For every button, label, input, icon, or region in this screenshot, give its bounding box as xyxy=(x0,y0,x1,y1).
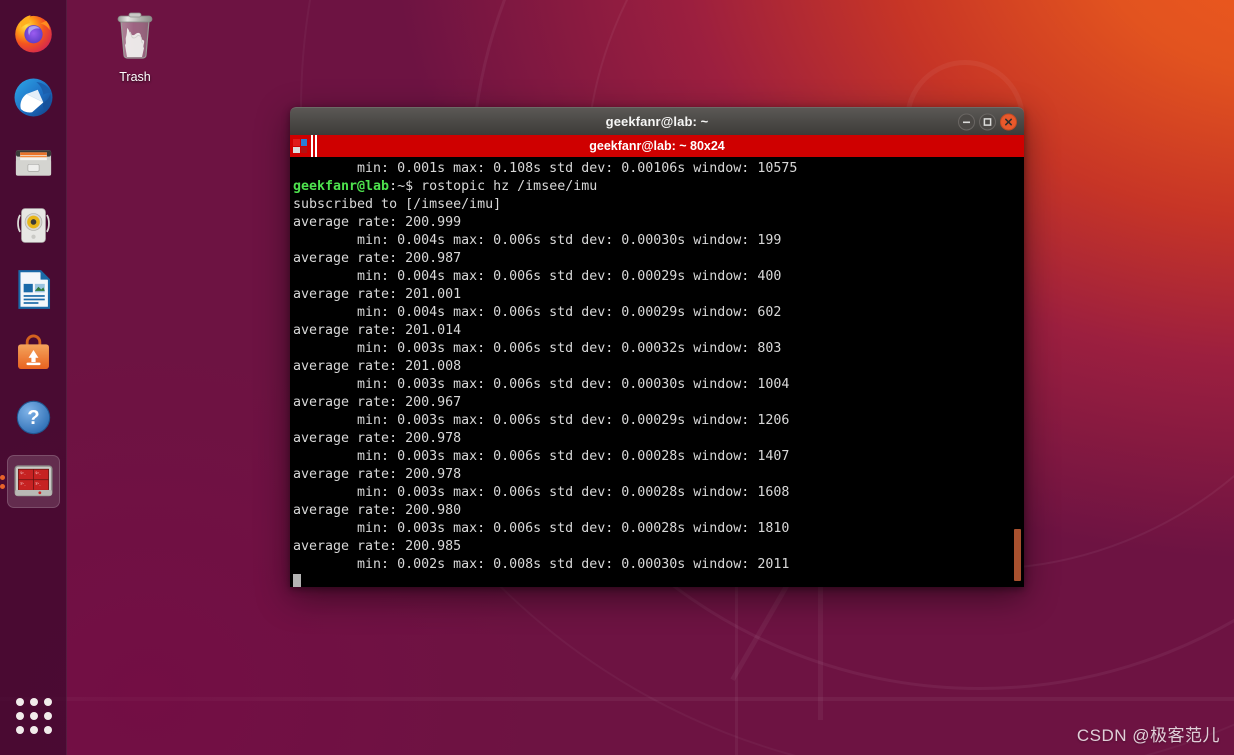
terminal-line: geekfanr@lab:~$ rostopic hz /imsee/imu xyxy=(293,178,1024,196)
svg-text:$>_: $>_ xyxy=(35,481,41,485)
dock-item-files[interactable] xyxy=(7,135,60,188)
dock-item-terminator[interactable]: $>_ $>_ $>_ $>_ xyxy=(0,455,60,508)
window-titlebar[interactable]: geekfanr@lab: ~ xyxy=(290,107,1024,135)
terminal-tab-label: geekfanr@lab: ~ 80x24 xyxy=(589,139,725,153)
firefox-icon xyxy=(14,15,52,53)
wallpaper-line xyxy=(0,697,1234,701)
maximize-icon xyxy=(983,117,992,126)
open-window-indicator xyxy=(0,474,5,489)
tab-separator xyxy=(315,135,317,157)
minimize-icon xyxy=(963,121,970,123)
files-icon xyxy=(15,150,51,176)
terminator-tab-icon[interactable] xyxy=(293,139,307,153)
rhythmbox-icon xyxy=(16,208,50,243)
window-controls xyxy=(958,113,1017,130)
terminal-line: average rate: 200.985 xyxy=(293,539,462,554)
terminal-line: min: 0.003s max: 0.006s std dev: 0.00028… xyxy=(293,521,790,536)
terminal-line: min: 0.004s max: 0.006s std dev: 0.00029… xyxy=(293,305,782,320)
terminal-line: average rate: 200.999 xyxy=(293,215,462,230)
svg-text:$>_: $>_ xyxy=(35,471,41,475)
show-applications-button[interactable] xyxy=(0,689,67,743)
terminator-tab-bar[interactable]: geekfanr@lab: ~ 80x24 xyxy=(290,135,1024,157)
dock-item-rhythmbox[interactable] xyxy=(7,199,60,252)
trash-icon xyxy=(117,12,153,59)
terminal-line: min: 0.002s max: 0.008s std dev: 0.00030… xyxy=(293,557,790,572)
terminal-prompt-user: geekfanr@lab xyxy=(293,179,390,194)
dock-item-ubuntu-software[interactable] xyxy=(7,327,60,380)
desktop-icon-trash[interactable]: Trash xyxy=(98,8,172,84)
terminal-line: min: 0.003s max: 0.006s std dev: 0.00032… xyxy=(293,341,782,356)
terminal-text: min: 0.001s max: 0.108s std dev: 0.00106… xyxy=(292,160,1024,587)
terminal-line: min: 0.003s max: 0.006s std dev: 0.00029… xyxy=(293,413,790,428)
terminal-command: rostopic hz /imsee/imu xyxy=(421,179,598,194)
dock-item-libreoffice-writer[interactable] xyxy=(7,263,60,316)
dock: ? $>_ $>_ $>_ $>_ xyxy=(0,0,67,755)
libreoffice-writer-icon xyxy=(17,270,50,309)
terminator-icon: $>_ $>_ $>_ $>_ xyxy=(14,465,52,497)
minimize-button[interactable] xyxy=(958,113,975,130)
terminal-line: min: 0.001s max: 0.108s std dev: 0.00106… xyxy=(293,161,798,176)
terminal-line: min: 0.003s max: 0.006s std dev: 0.00030… xyxy=(293,377,790,392)
terminal-line: min: 0.004s max: 0.006s std dev: 0.00029… xyxy=(293,269,782,284)
terminal-line: min: 0.004s max: 0.006s std dev: 0.00030… xyxy=(293,233,782,248)
maximize-button[interactable] xyxy=(979,113,996,130)
svg-text:?: ? xyxy=(27,407,39,429)
trash-label: Trash xyxy=(119,70,151,84)
help-icon: ? xyxy=(16,400,50,435)
terminal-line: average rate: 201.001 xyxy=(293,287,462,302)
terminal-line: average rate: 201.014 xyxy=(293,323,462,338)
tab-separator xyxy=(311,135,313,157)
dock-item-thunderbird[interactable] xyxy=(7,71,60,124)
window-title: geekfanr@lab: ~ xyxy=(605,114,709,129)
terminal-line: min: 0.003s max: 0.006s std dev: 0.00028… xyxy=(293,485,790,500)
terminal-window: geekfanr@lab: ~ geekfanr@lab: ~ 80x24 mi… xyxy=(290,107,1024,587)
terminal-output-area[interactable]: min: 0.001s max: 0.108s std dev: 0.00106… xyxy=(290,157,1024,587)
watermark: CSDN @极客范儿 xyxy=(1076,726,1220,745)
desktop: ? $>_ $>_ $>_ $>_ Trash geekfanr@lab: ~ … xyxy=(0,0,1234,755)
terminal-scrollbar[interactable] xyxy=(1011,157,1024,587)
terminal-line: min: 0.003s max: 0.006s std dev: 0.00028… xyxy=(293,449,790,464)
apps-grid-icon xyxy=(15,698,52,734)
terminal-prompt-suffix: :~$ xyxy=(389,179,422,194)
svg-text:$>_: $>_ xyxy=(20,481,26,485)
terminal-line: average rate: 200.978 xyxy=(293,467,462,482)
terminal-cursor xyxy=(293,574,301,587)
terminal-line: average rate: 200.967 xyxy=(293,395,462,410)
terminal-line: average rate: 200.980 xyxy=(293,503,462,518)
terminal-line: average rate: 200.978 xyxy=(293,431,462,446)
ubuntu-software-icon xyxy=(17,334,49,369)
terminal-line xyxy=(293,574,1024,587)
thunderbird-icon xyxy=(14,78,52,117)
terminal-line: average rate: 201.008 xyxy=(293,359,462,374)
terminal-line: average rate: 200.987 xyxy=(293,251,462,266)
svg-text:$>_: $>_ xyxy=(20,471,26,475)
dock-item-help[interactable]: ? xyxy=(7,391,60,444)
scrollbar-thumb[interactable] xyxy=(1014,529,1021,581)
dock-item-firefox[interactable] xyxy=(7,7,60,60)
close-icon xyxy=(1005,118,1012,125)
close-button[interactable] xyxy=(1000,113,1017,130)
terminal-line: subscribed to [/imsee/imu] xyxy=(293,197,502,212)
